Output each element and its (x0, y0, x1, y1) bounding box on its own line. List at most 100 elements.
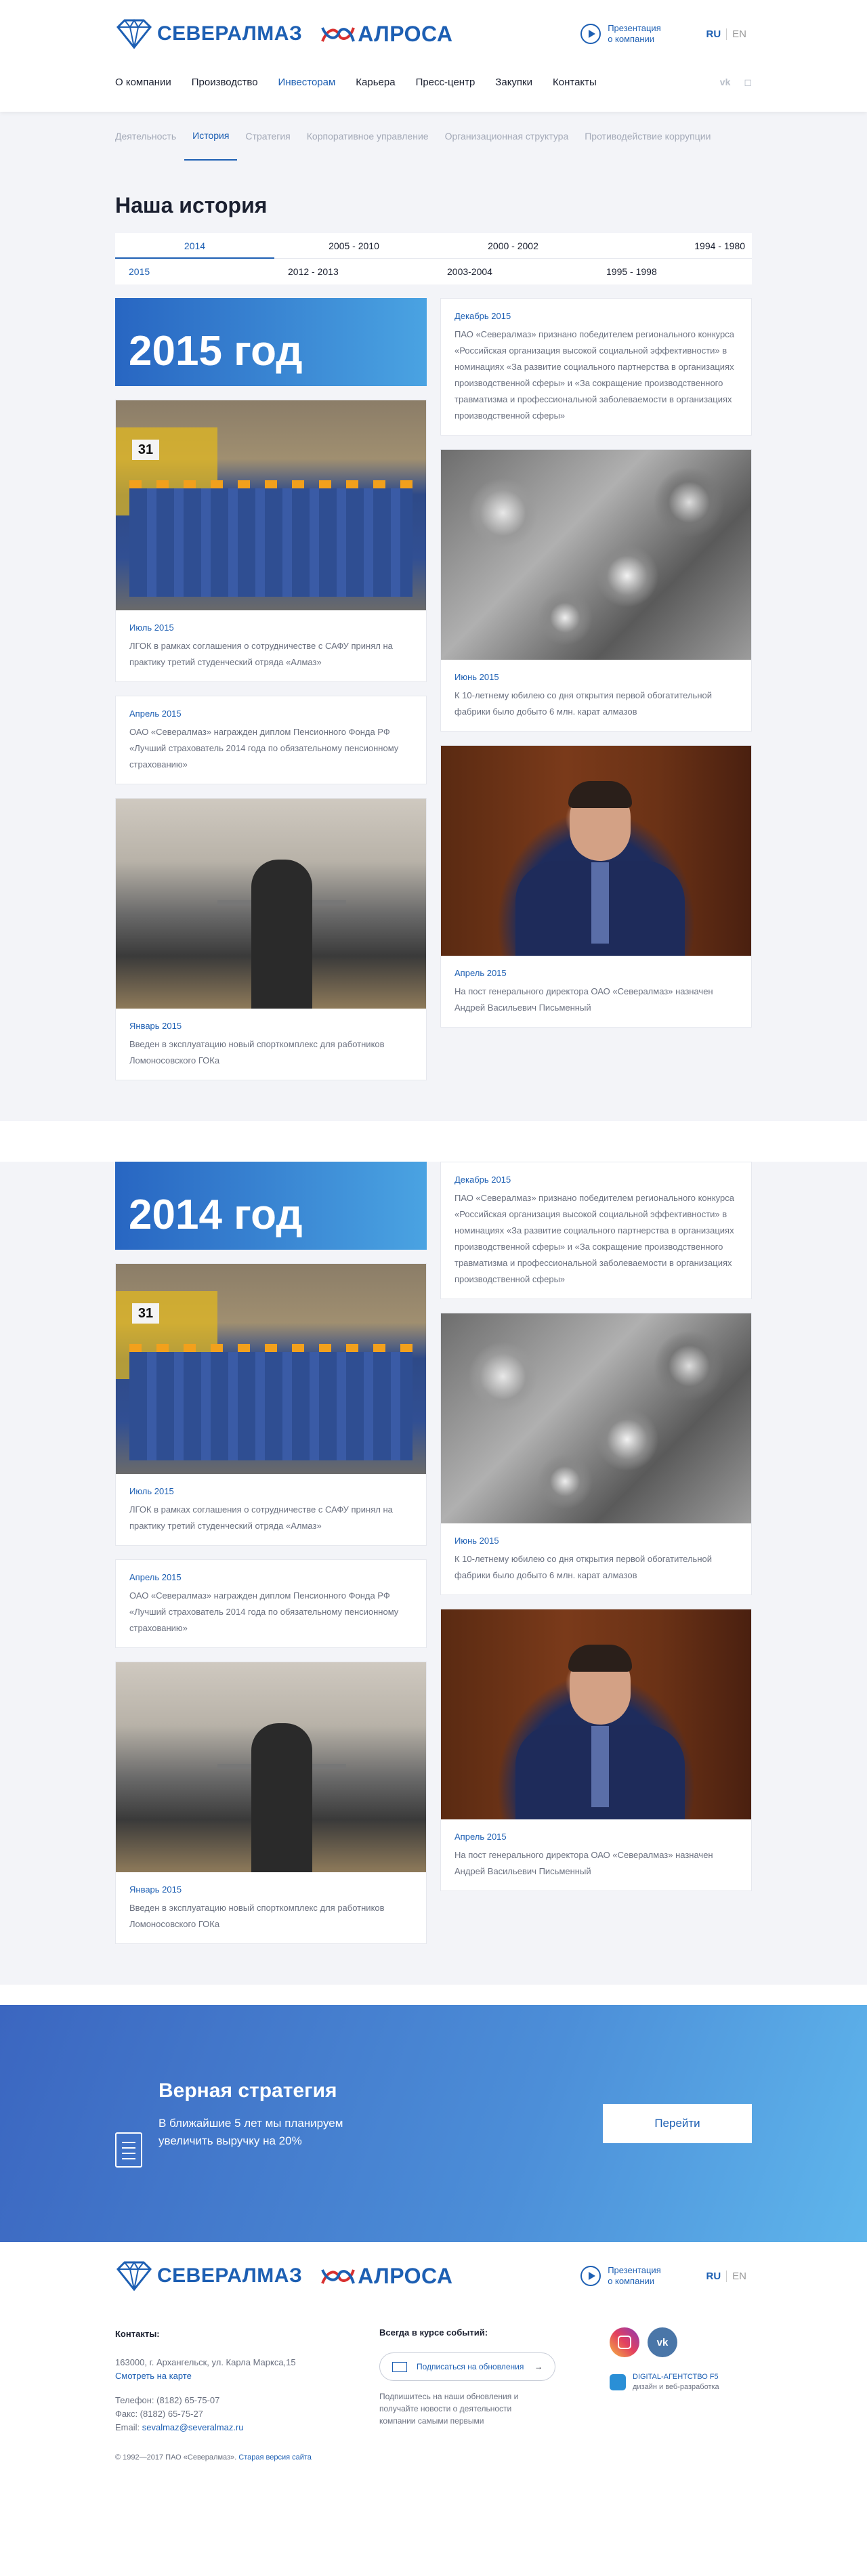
vk-icon[interactable]: vk (648, 2327, 677, 2357)
event-card[interactable]: 31 Июль 2015 ЛГОК в рамках соглашения о с… (115, 1263, 427, 1546)
year-row-2: 2015 2012 - 2013 2003-2004 1995 - 1998 (115, 259, 752, 284)
subnav-history[interactable]: История (184, 112, 238, 161)
nav-item-purchases[interactable]: Закупки (495, 77, 532, 88)
year-tab-2003-2004[interactable]: 2003-2004 (434, 259, 593, 284)
agency-credit[interactable]: DIGITAL-АГЕНТСТВО F5 дизайн и веб-разраб… (610, 2372, 719, 2392)
lang-en[interactable]: EN (727, 28, 752, 40)
strategy-button[interactable]: Перейти (603, 2104, 752, 2143)
presentation-label: Презентация о компании (608, 2265, 661, 2287)
gym-photo (116, 1662, 426, 1872)
alrosa-logo[interactable]: АЛРОСА (321, 22, 452, 47)
presentation-link[interactable]: Презентация о компании (580, 23, 661, 45)
site-header: СЕВЕРАЛМАЗ АЛРОСА Презентация о компании… (0, 0, 867, 112)
year-tab-2015[interactable]: 2015 (115, 259, 274, 284)
event-date: Апрель 2015 (454, 1832, 507, 1842)
tie-shape (591, 862, 609, 944)
nav-item-career[interactable]: Карьера (356, 77, 395, 88)
event-card[interactable]: Апрель 2015 На пост генерального директор… (440, 1609, 752, 1891)
left-column: 2015 год 31 Июль 2015 ЛГОК в рамках согла… (115, 298, 427, 1080)
event-card[interactable]: 31 Июль 2015 ЛГОК в рамках соглашения о с… (115, 400, 427, 682)
presentation-line-1: Презентация (608, 23, 661, 33)
subnav-strategy[interactable]: Стратегия (237, 112, 298, 161)
year-tab-2012-2013[interactable]: 2012 - 2013 (274, 259, 434, 284)
map-link[interactable]: Смотреть на карте (115, 2371, 192, 2381)
lang-en[interactable]: EN (727, 2271, 752, 2282)
year-section-2014: 2014 год 31 Июль 2015 ЛГОК в рамках согла… (115, 1162, 752, 1985)
year-banner: 2014 год (115, 1162, 427, 1250)
footer-severalmaz-text: СЕВЕРАЛМАЗ (157, 2264, 303, 2287)
subscribe-text: Подпишитесь на наши обновления и получай… (379, 2392, 519, 2426)
strategy-banner: Верная стратегия В ближайшие 5 лет мы пл… (0, 2005, 867, 2242)
event-date: Январь 2015 (129, 1884, 182, 1895)
year-tab-2000-2002[interactable]: 2000 - 2002 (434, 233, 593, 259)
year-row-1: 2014 2005 - 2010 2000 - 2002 1994 - 1980 (115, 233, 752, 259)
diamonds-photo (441, 1313, 751, 1523)
history-page-2014: 2014 год 31 Июль 2015 ЛГОК в рамках согла… (0, 1162, 867, 1985)
nav-item-press[interactable]: Пресс-центр (416, 77, 475, 88)
presentation-line-1: Презентация (608, 2265, 661, 2275)
email-link[interactable]: sevalmaz@severalmaz.ru (142, 2422, 244, 2432)
lang-ru[interactable]: RU (700, 2270, 727, 2282)
event-date: Декабрь 2015 (454, 311, 511, 321)
vk-icon[interactable]: vk (720, 77, 731, 87)
event-card[interactable]: Апрель 2015 ОАО «Севералмаз» награжден ди… (115, 1559, 427, 1648)
year-tab-2014[interactable]: 2014 (115, 233, 274, 259)
event-date: Июль 2015 (129, 622, 174, 633)
year-tab-2005-2010[interactable]: 2005 - 2010 (274, 233, 434, 259)
copyright-text: © 1992—2017 ПАО «Севералмаз». (115, 2453, 237, 2462)
diamonds-photo (441, 450, 751, 660)
severalmaz-logo[interactable]: СЕВЕРАЛМАЗ (115, 19, 302, 49)
event-date: Июнь 2015 (454, 672, 499, 682)
language-switch: RU EN (700, 28, 752, 40)
event-text: ЛГОК в рамках соглашения о сотрудничеств… (129, 641, 393, 667)
alrosa-emblem-icon (321, 2269, 356, 2284)
social-links: vk (610, 2327, 719, 2357)
history-page: Деятельность История Стратегия Корпорати… (0, 112, 867, 1121)
event-card[interactable]: Апрель 2015 На пост генерального директор… (440, 745, 752, 1028)
event-card[interactable]: Январь 2015 Введен в эксплуатацию новый с… (115, 798, 427, 1080)
alrosa-emblem-icon (321, 27, 356, 42)
event-card[interactable]: Декабрь 2015 ПАО «Севералмаз» признано по… (440, 298, 752, 436)
footer-subscribe: Всегда в курсе событий: Подписаться на о… (379, 2327, 610, 2434)
workers-group (129, 1352, 413, 1460)
diamond-icon (116, 2261, 152, 2291)
footer-presentation-link[interactable]: Презентация о компании (580, 2265, 661, 2287)
nav-item-production[interactable]: Производство (192, 77, 258, 88)
event-card[interactable]: Декабрь 2015 ПАО «Севералмаз» признано по… (440, 1162, 752, 1299)
director-photo (441, 746, 751, 956)
year-banner-title: 2015 год (129, 328, 303, 375)
event-text: На пост генерального директора ОАО «Севе… (454, 1850, 713, 1876)
event-card[interactable]: Июнь 2015 К 10-летнему юбилею со дня откр… (440, 449, 752, 732)
year-banner-title: 2014 год (129, 1191, 303, 1238)
hair-shape (568, 781, 632, 808)
section-gap (0, 1121, 867, 1162)
event-card[interactable]: Январь 2015 Введен в эксплуатацию новый с… (115, 1662, 427, 1944)
event-card[interactable]: Апрель 2015 ОАО «Севералмаз» награжден ди… (115, 696, 427, 784)
diamond-icon (116, 19, 152, 49)
arrow-right-icon: → (534, 2362, 543, 2371)
event-text: Введен в эксплуатацию новый спорткомплек… (129, 1039, 385, 1065)
address: 163000, г. Архангельск, ул. Карла Маркса… (115, 2357, 296, 2367)
subnav-structure[interactable]: Организационная структура (437, 112, 577, 161)
event-card[interactable]: Июнь 2015 К 10-летнему юбилею со дня откр… (440, 1313, 752, 1595)
subnav-activity[interactable]: Деятельность (115, 112, 184, 161)
subnav-governance[interactable]: Корпоративное управление (299, 112, 437, 161)
instagram-icon[interactable] (610, 2327, 639, 2357)
lang-ru[interactable]: RU (700, 28, 727, 40)
fax: Факс: (8182) 65-75-27 (115, 2409, 203, 2419)
sub-nav: Деятельность История Стратегия Корпорати… (115, 112, 752, 161)
footer-alrosa-logo[interactable]: АЛРОСА (321, 2264, 452, 2289)
nav-item-contacts[interactable]: Контакты (553, 77, 597, 88)
subnav-anticorruption[interactable]: Противодействие коррупции (576, 112, 719, 161)
footer-severalmaz-logo[interactable]: СЕВЕРАЛМАЗ (115, 2261, 302, 2291)
year-tab-1994-1980[interactable]: 1994 - 1980 (593, 233, 752, 259)
header-social: vk ◻ (720, 77, 752, 88)
instagram-icon[interactable]: ◻ (744, 77, 752, 88)
nav-item-about[interactable]: О компании (115, 77, 171, 88)
old-site-link[interactable]: Старая версия сайта (238, 2453, 312, 2462)
athlete-shape (251, 860, 312, 1009)
nav-item-investors[interactable]: Инвесторам (278, 77, 336, 88)
year-tab-1995-1998[interactable]: 1995 - 1998 (593, 259, 752, 284)
email-row: Email: sevalmaz@severalmaz.ru (115, 2421, 379, 2434)
subscribe-button[interactable]: Подписаться на обновления → (379, 2352, 555, 2381)
